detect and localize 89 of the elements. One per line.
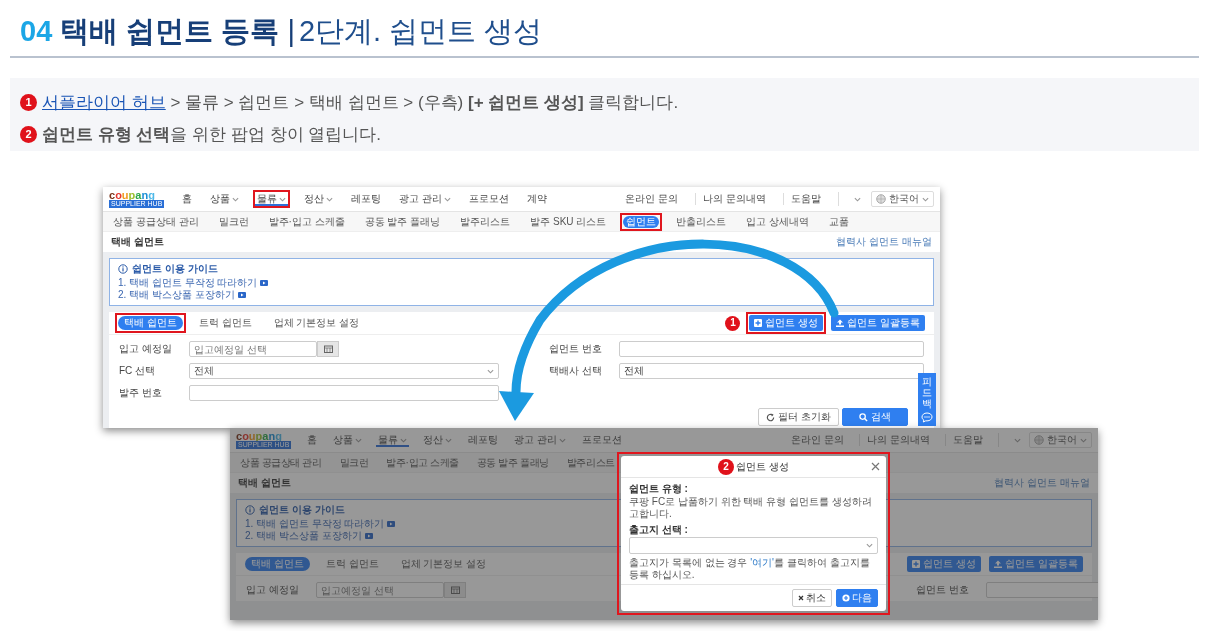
step-marker: 2 <box>718 458 735 475</box>
manual-link[interactable]: 협력사 쉽먼트 매뉴얼 <box>836 236 932 248</box>
submenu-item[interactable]: 공동 발주 플래닝 <box>358 212 447 231</box>
header-link[interactable]: 나의 문의내역 <box>695 193 773 205</box>
tab[interactable]: 택배 쉽먼트 <box>115 313 186 333</box>
cancel-button[interactable]: 취소 <box>792 589 832 607</box>
breadcrumb-link[interactable]: 서플라이어 허브 <box>42 92 166 112</box>
date-input[interactable]: 입고예정일 선택 <box>189 341 317 357</box>
header-link[interactable]: 나의 문의내역 <box>859 434 937 446</box>
submenu-item[interactable]: 입고 상세내역 <box>740 212 816 231</box>
nav-menu-item[interactable]: 물류 <box>374 431 412 449</box>
step-marker: 1 <box>725 315 741 331</box>
title-separator: | <box>287 14 295 49</box>
submenu-item[interactable]: 발주 SKU 리스트 <box>524 212 613 231</box>
guide-link[interactable]: 1. 택배 쉽먼트 무작정 따라하기 <box>118 277 258 289</box>
action-button[interactable]: 쉽먼트 일괄등록 <box>986 553 1086 575</box>
guide-link[interactable]: 1. 택배 쉽먼트 무작정 따라하기 <box>245 518 385 530</box>
language-select[interactable]: 한국어 <box>871 191 934 207</box>
tab[interactable]: 업체 기본정보 설정 <box>391 554 496 574</box>
section-title: 택배 쉽먼트 <box>111 236 164 248</box>
field-label: 쉽먼트 유형 : <box>629 483 689 495</box>
nav-menu-item[interactable]: 정산 <box>419 431 457 449</box>
submenu-item[interactable]: 쉽먼트 <box>620 212 663 231</box>
field-label: 입고 예정일 <box>119 343 173 355</box>
language-select[interactable]: 한국어 <box>1029 432 1092 448</box>
step-title: 2단계. 쉽먼트 생성 <box>298 14 543 49</box>
field-label: 쉽먼트 번호 <box>916 584 970 596</box>
section-number: 04 <box>20 14 53 49</box>
nav-menu-item[interactable]: 레포팅 <box>347 190 386 208</box>
submenu-item[interactable]: 교품 <box>823 212 856 231</box>
header-link[interactable]: 온라인 문의 <box>618 193 686 205</box>
submenu-item[interactable]: 발주리스트 <box>454 212 517 231</box>
guide-link[interactable]: 2. 택배 박스상품 포장하기 <box>118 289 235 301</box>
header-link[interactable]: 도움말 <box>945 434 990 446</box>
guide-link[interactable]: 2. 택배 박스상품 포장하기 <box>245 530 362 542</box>
nav-menu-item[interactable]: 상품 <box>329 431 367 449</box>
description-text: 쿠팡 FC로 납품하기 위한 택배 유형 쉽먼트를 생성하려고합니다. <box>629 496 873 520</box>
submenu-item[interactable]: 발주·입고 스케줄 <box>380 453 465 472</box>
reset-button[interactable]: 필터 초기화 <box>758 408 839 426</box>
submenu-item[interactable]: 밀크런 <box>212 212 255 231</box>
submenu-item[interactable]: 상품 공급상태 관리 <box>107 212 205 231</box>
header-link[interactable]: 온라인 문의 <box>784 434 852 446</box>
step-marker: 2 <box>20 125 37 143</box>
tab[interactable]: 업체 기본정보 설정 <box>264 313 369 333</box>
nav-menu-item[interactable]: 레포팅 <box>464 431 503 449</box>
text-input[interactable]: 전체 <box>619 363 924 379</box>
nav-menu-item[interactable]: 프로모션 <box>578 431 627 449</box>
select-field[interactable]: 전체 <box>189 363 499 379</box>
step-marker: 1 <box>20 93 37 111</box>
action-button[interactable]: 쉽먼트 일괄등록 <box>828 312 928 334</box>
section-title: 택배 쉽먼트 <box>238 477 291 489</box>
field-label: 쉽먼트 번호 <box>549 343 603 355</box>
modal-title: 쉽먼트 생성 <box>736 460 789 473</box>
nav-menu-item[interactable]: 물류 <box>253 190 291 208</box>
manual-link[interactable]: 협력사 쉽먼트 매뉴얼 <box>994 477 1090 489</box>
feedback-tab[interactable]: 피드백 <box>918 373 936 426</box>
submenu-item[interactable]: 발주리스트 <box>560 453 621 472</box>
field-label: FC 선택 <box>119 365 157 377</box>
next-button[interactable]: 다음 <box>836 589 878 607</box>
nav-menu-item[interactable]: 계약 <box>523 190 552 208</box>
field-label: 택배사 선택 <box>549 365 603 377</box>
tab[interactable]: 트럭 쉽먼트 <box>189 313 261 333</box>
field-label: 입고 예정일 <box>246 584 300 596</box>
help-text: 출고지가 목록에 없는 경우 '여기'를 클릭하여 출고지를 등록 하십시오. <box>629 557 871 581</box>
field-label: 발주 번호 <box>119 387 163 399</box>
date-input[interactable]: 입고예정일 선택 <box>316 582 444 598</box>
search-button[interactable]: 검색 <box>842 408 908 426</box>
tab[interactable]: 트럭 쉽먼트 <box>316 554 388 574</box>
instruction-text: 쉽먼트 유형 선택을 위한 팝업 창이 열립니다. <box>42 123 382 146</box>
nav-menu-item[interactable]: 홈 <box>303 431 322 449</box>
header-link[interactable]: 도움말 <box>783 193 828 205</box>
nav-menu-item[interactable]: 정산 <box>300 190 338 208</box>
field-label: 출고지 선택 : <box>629 524 689 536</box>
submenu-item[interactable]: 밀크런 <box>333 453 375 472</box>
nav-menu-item[interactable]: 홈 <box>178 190 197 208</box>
guide-title: 쉽먼트 이용 가이드 <box>259 504 345 516</box>
submenu-item[interactable]: 반출리스트 <box>670 212 733 231</box>
page-title: 택배 쉽먼트 등록 <box>60 14 280 49</box>
nav-menu-item[interactable]: 광고 관리 <box>395 190 456 208</box>
register-link[interactable]: '여기' <box>750 557 774 568</box>
instruction-text: 서플라이어 허브 > 물류 > 쉽먼트 > 택배 쉽먼트 > (우측) [+ 쉽먼트 생성] 클릭합니다. <box>42 91 679 114</box>
nav-menu-item[interactable]: 프로모션 <box>465 190 514 208</box>
action-button[interactable]: 쉽먼트 생성 <box>746 312 827 334</box>
submenu-item[interactable]: 발주·입고 스케줄 <box>262 212 351 231</box>
nav-menu-item[interactable]: 상품 <box>206 190 244 208</box>
submenu-item[interactable]: 공동 발주 플래닝 <box>470 453 555 472</box>
nav-menu-item[interactable]: 광고 관리 <box>510 431 571 449</box>
guide-title: 쉽먼트 이용 가이드 <box>132 263 218 275</box>
submenu-item[interactable]: 상품 공급상태 관리 <box>234 453 328 472</box>
